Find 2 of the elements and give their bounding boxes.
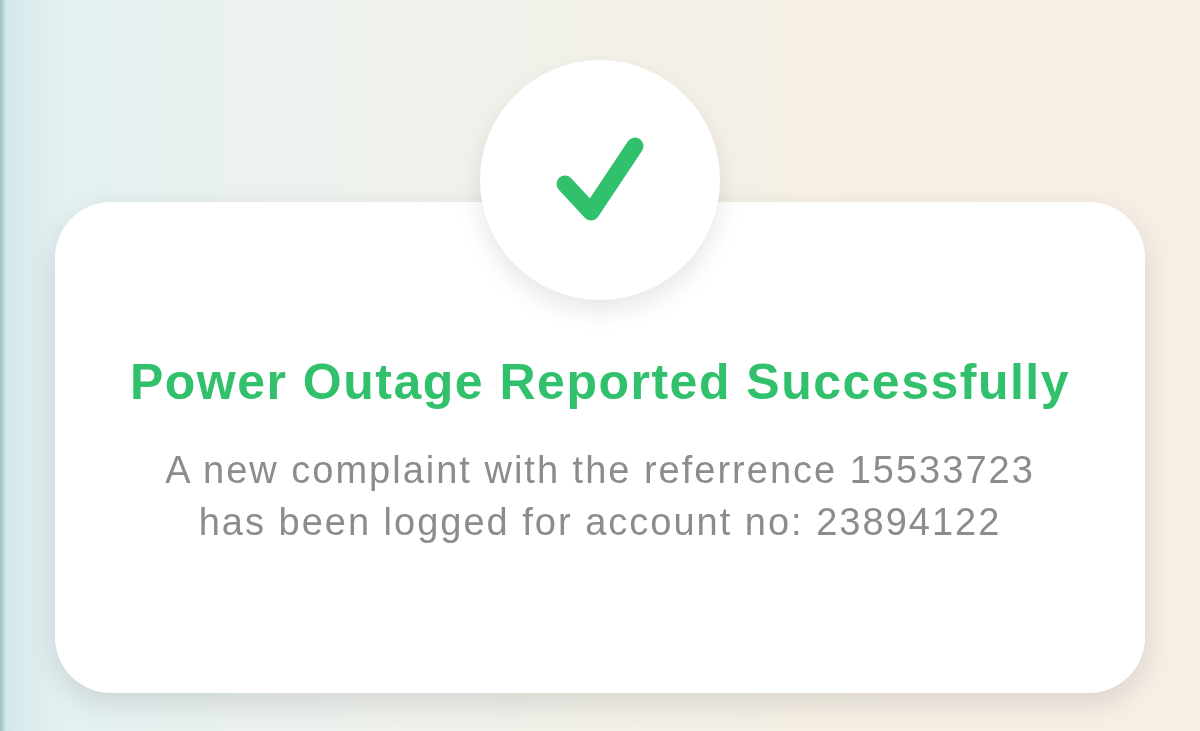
dialog-message: A new complaint with the referrence 15533723 has been logged for account no: 23894122 bbox=[164, 448, 1036, 545]
dialog-title: Power Outage Reported Successfully bbox=[129, 353, 1071, 412]
